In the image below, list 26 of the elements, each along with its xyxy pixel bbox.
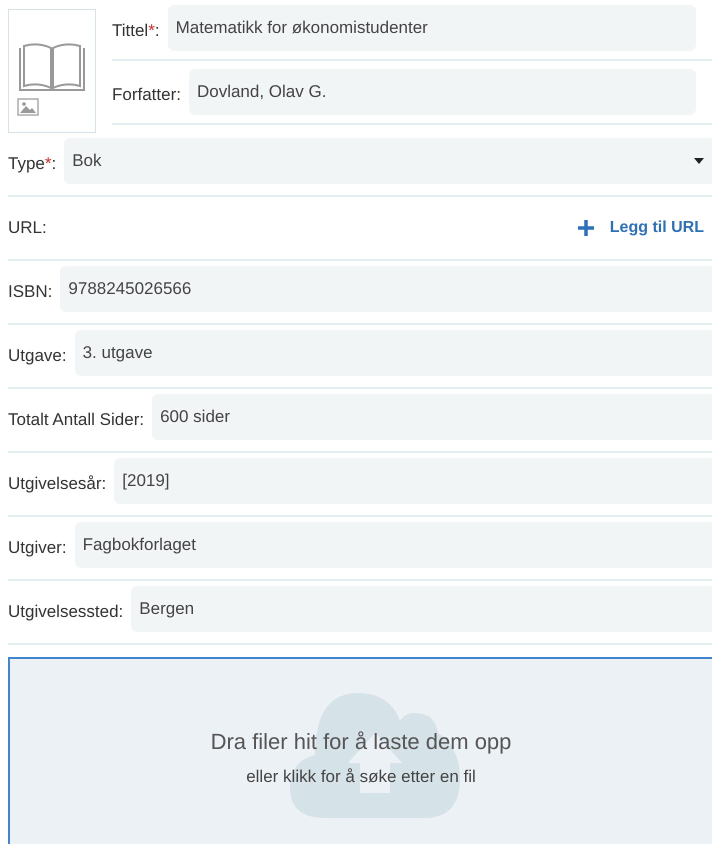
input-field[interactable]: Dovland, Olav G. bbox=[188, 69, 696, 115]
field-label: Utgivelsesår: bbox=[8, 474, 106, 494]
add-url-link[interactable]: Legg til URL bbox=[578, 219, 712, 237]
input-field[interactable]: 9788245026566 bbox=[60, 266, 712, 312]
caret-icon bbox=[694, 158, 704, 164]
field-label: Utgivelsessted: bbox=[8, 602, 124, 622]
input-field[interactable]: 3. utgave bbox=[74, 330, 712, 376]
dropzone-title: Dra filer hit for å laste dem opp bbox=[210, 729, 512, 755]
select-field[interactable]: Bok bbox=[64, 138, 712, 184]
field-label: ISBN: bbox=[8, 282, 52, 302]
field-label: Tittel*: bbox=[112, 21, 160, 41]
input-field[interactable]: Fagbokforlaget bbox=[74, 522, 712, 568]
field-label: Utgave: bbox=[8, 346, 67, 366]
field-label: Type*: bbox=[8, 154, 56, 174]
dropzone-hint: eller klikk for å søke etter en fil bbox=[246, 767, 476, 787]
input-field[interactable]: 600 sider bbox=[152, 394, 712, 440]
input-field[interactable]: [2019] bbox=[114, 458, 712, 504]
field-label: URL: bbox=[8, 218, 47, 238]
input-field[interactable]: Matematikk for økonomistudenter bbox=[168, 5, 696, 51]
plus-icon bbox=[578, 220, 594, 236]
image-icon bbox=[17, 98, 39, 116]
field-label: Totalt Antall Sider: bbox=[8, 410, 144, 430]
input-field[interactable]: Bergen bbox=[131, 586, 712, 632]
file-dropzone[interactable]: Dra filer hit for å laste dem opp eller klikk for å søke etter en fil bbox=[8, 657, 712, 844]
field-label: Forfatter: bbox=[112, 85, 181, 105]
field-label: Utgiver: bbox=[8, 538, 67, 558]
